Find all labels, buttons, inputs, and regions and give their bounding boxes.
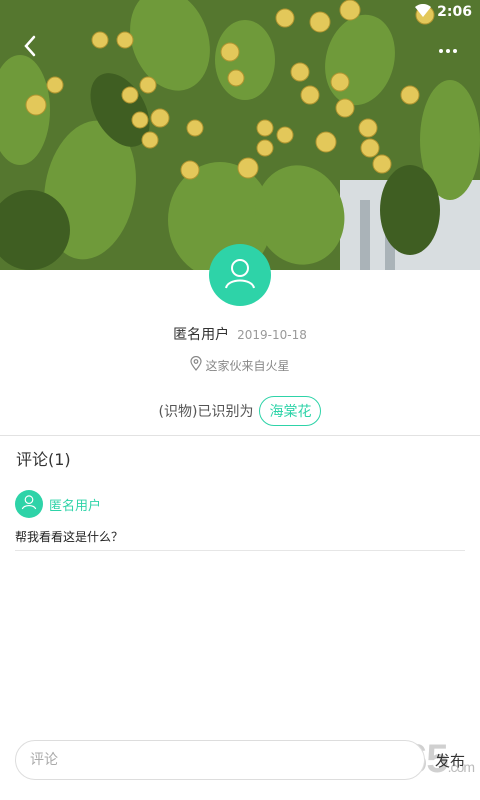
post-photo[interactable] — [0, 0, 480, 270]
status-bar: 2:06 — [0, 0, 480, 24]
user-avatar-icon — [21, 494, 37, 514]
comment-input[interactable] — [15, 740, 425, 780]
author-avatar[interactable] — [209, 244, 271, 306]
chevron-left-icon — [23, 35, 37, 61]
comment-item: 匿名用户 帮我看看这是什么？ — [15, 490, 465, 551]
identification-result-tag[interactable]: 海棠花 — [259, 396, 322, 426]
location-row: 这家伙来自火星 — [0, 355, 480, 374]
comment-avatar[interactable] — [15, 490, 43, 518]
location-pin-icon — [190, 355, 203, 374]
section-divider — [0, 435, 480, 436]
comment-text: 帮我看看这是什么？ — [15, 528, 465, 551]
location-text: 这家伙来自火星 — [205, 358, 290, 373]
back-button[interactable] — [12, 30, 48, 66]
user-avatar-icon — [223, 256, 257, 294]
identification-label: (识物)已识别为 — [158, 404, 254, 420]
comments-title: 评论(1) — [16, 450, 71, 469]
comment-author[interactable]: 匿名用户 — [49, 495, 101, 514]
comment-bar: 发布 — [15, 740, 465, 780]
comment-header: 匿名用户 — [15, 490, 465, 518]
identification-row: (识物)已识别为 海棠花 — [0, 396, 480, 426]
more-dots-icon — [438, 39, 458, 58]
publish-button[interactable]: 发布 — [435, 750, 465, 771]
wifi-icon — [415, 3, 432, 21]
post-date: 2019-10-18 — [237, 328, 307, 342]
status-time: 2:06 — [437, 4, 472, 20]
more-button[interactable] — [430, 30, 466, 66]
author-meta: 匿名用户 2019-10-18 — [0, 324, 480, 344]
author-name: 匿名用户 — [173, 327, 230, 343]
